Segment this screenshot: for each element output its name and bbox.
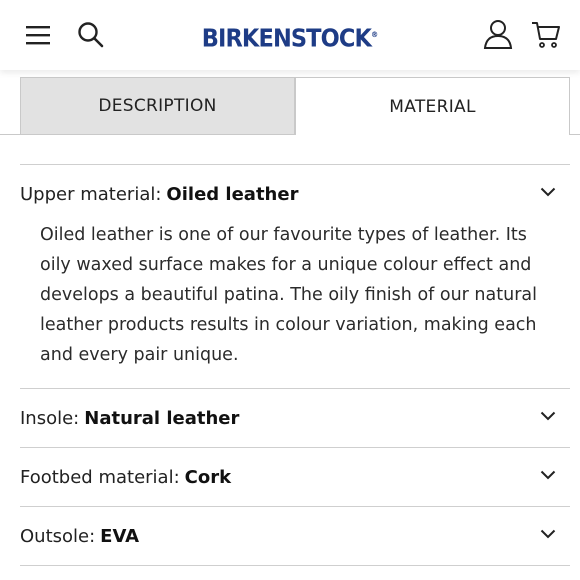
material-value: EVA bbox=[100, 525, 140, 547]
chevron-down-icon[interactable] bbox=[540, 529, 556, 539]
registered-mark: ® bbox=[371, 30, 379, 39]
accordion-header-insole[interactable]: Insole: Natural leather bbox=[20, 389, 570, 447]
tab-material[interactable]: MATERIAL bbox=[295, 77, 570, 135]
cart-icon[interactable] bbox=[530, 18, 562, 50]
material-value: Oiled leather bbox=[166, 183, 299, 205]
chevron-down-icon[interactable] bbox=[540, 411, 556, 421]
tab-divider bbox=[569, 134, 580, 135]
site-header: BIRKENSTOCK® bbox=[0, 0, 580, 70]
product-info-tabs: DESCRIPTION MATERIAL bbox=[20, 77, 570, 135]
tab-divider bbox=[0, 134, 20, 135]
accordion-item-insole: Insole: Natural leather bbox=[20, 388, 570, 447]
logo-text: BIRKENSTOCK bbox=[201, 23, 372, 53]
accordion-item-upper-material: Upper material: Oiled leather Oiled leat… bbox=[20, 164, 570, 388]
material-label: Outsole: bbox=[20, 525, 96, 547]
material-value: Natural leather bbox=[84, 407, 240, 429]
accordion-header-outsole[interactable]: Outsole: EVA bbox=[20, 507, 570, 565]
birkenstock-logo[interactable]: BIRKENSTOCK® bbox=[29, 18, 551, 55]
chevron-down-icon[interactable] bbox=[540, 470, 556, 480]
accordion-item-footbed-material: Footbed material: Cork bbox=[20, 447, 570, 506]
material-label: Footbed material: bbox=[20, 466, 180, 488]
material-value: Cork bbox=[184, 466, 232, 488]
accordion-header-upper-material[interactable]: Upper material: Oiled leather bbox=[20, 165, 570, 223]
material-label: Upper material: bbox=[20, 183, 162, 205]
chevron-down-icon[interactable] bbox=[540, 187, 556, 197]
tab-description[interactable]: DESCRIPTION bbox=[20, 77, 295, 135]
material-description: Oiled leather is one of our favourite ty… bbox=[40, 225, 537, 365]
account-icon[interactable] bbox=[482, 18, 514, 50]
material-label: Insole: bbox=[20, 407, 80, 429]
accordion-item-outsole: Outsole: EVA bbox=[20, 506, 570, 566]
material-accordion: Upper material: Oiled leather Oiled leat… bbox=[20, 164, 570, 566]
accordion-header-footbed-material[interactable]: Footbed material: Cork bbox=[20, 448, 570, 506]
